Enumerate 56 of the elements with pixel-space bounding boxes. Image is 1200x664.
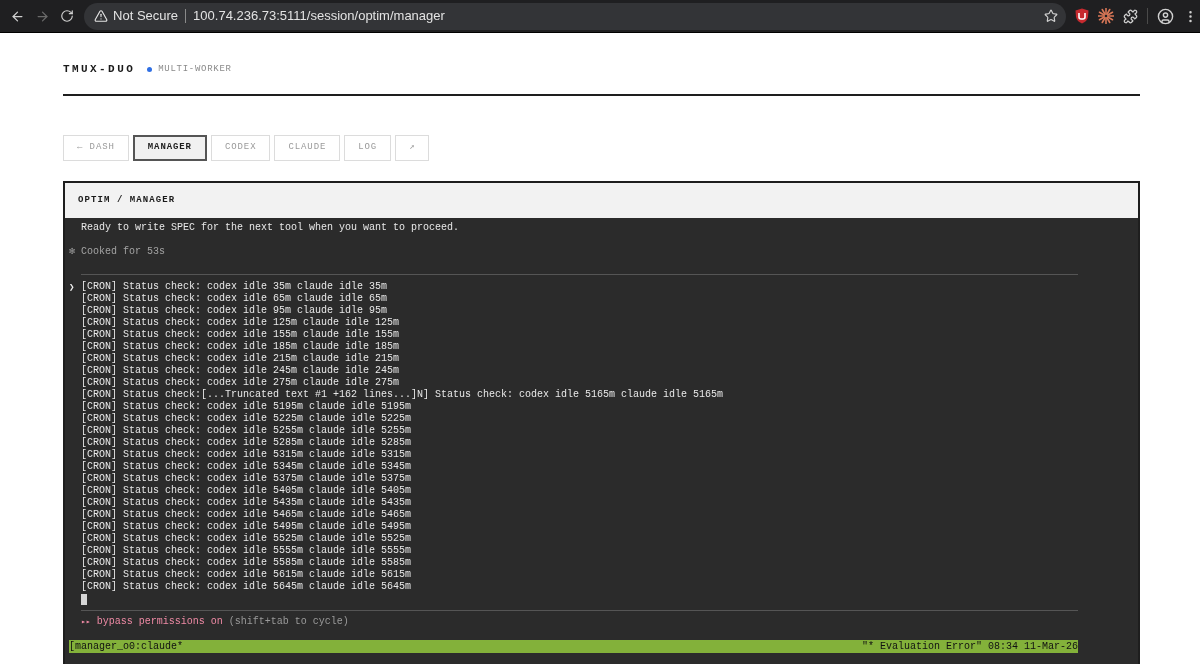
- log-line: [CRON] Status check: codex idle 5375m claude idle 5375m: [81, 473, 412, 485]
- log-line: [CRON] Status check: codex idle 125m claude idle 125m: [81, 317, 400, 329]
- nav-tab[interactable]: LOG: [344, 135, 392, 161]
- log-line: [CRON] Status check: codex idle 5495m claude idle 5495m: [81, 521, 412, 533]
- address-bar[interactable]: Not Secure 100.74.236.73:5111/session/optim/manager: [84, 2, 1066, 30]
- shield-icon: [1075, 8, 1089, 24]
- nav-tab[interactable]: CODEX: [210, 135, 271, 161]
- log-line: [CRON] Status check: codex idle 5225m claude idle 5225m: [81, 413, 412, 425]
- log-line: [CRON] Status check: codex idle 5525m claude idle 5525m: [81, 533, 412, 545]
- log-line: [CRON] Status check: codex idle 35m claude idle 35m: [81, 281, 388, 293]
- app-subtitle: MULTI-WORKER: [158, 63, 232, 76]
- url-text: 100.74.236.73:5111/session/optim/manager: [193, 7, 445, 26]
- star-icon[interactable]: [1044, 9, 1058, 23]
- status-dot-icon: [147, 66, 153, 72]
- app-title: TMUX-DUO: [63, 62, 136, 76]
- log-line: [CRON] Status check: codex idle 275m claude idle 275m: [81, 377, 400, 389]
- log-line: [CRON] Status check: codex idle 5255m claude idle 5255m: [81, 425, 412, 437]
- panel-title: OPTIM / MANAGER: [78, 193, 176, 207]
- mode-label: bypass permissions on: [96, 616, 223, 628]
- arrow-right-icon: [35, 8, 51, 24]
- log-line: [CRON] Status check: codex idle 5555m claude idle 5555m: [81, 545, 412, 557]
- log-line: [CRON] Status check: codex idle 5645m claude idle 5645m: [81, 581, 412, 593]
- log-line: [CRON] Status check: codex idle 215m claude idle 215m: [81, 353, 400, 365]
- assistant-message: Ready to write SPEC for the next tool when you want to proceed.: [81, 222, 461, 234]
- status-info: "* Evaluation Error" 08:34 11-Mar-26: [861, 640, 1078, 653]
- mode-indicator: ▸▸: [81, 616, 91, 628]
- prompt-symbol: ❯: [69, 281, 76, 293]
- log-line: [CRON] Status check: codex idle 5285m claude idle 5285m: [81, 437, 412, 449]
- nav-tab[interactable]: MANAGER: [132, 135, 207, 161]
- log-line: [CRON] Status check: codex idle 155m claude idle 155m: [81, 329, 400, 341]
- starburst-icon: [1098, 8, 1114, 24]
- profile-icon[interactable]: [1157, 7, 1174, 25]
- log-line: [CRON] Status check: codex idle 245m claude idle 245m: [81, 365, 400, 377]
- puzzle-icon[interactable]: [1123, 8, 1138, 24]
- log-line: [CRON] Status check: codex idle 5615m claude idle 5615m: [81, 569, 412, 581]
- nav-tab[interactable]: ← DASH: [63, 135, 129, 161]
- log-line: [CRON] Status check: codex idle 65m claude idle 65m: [81, 293, 388, 305]
- mode-hint: (shift+tab to cycle): [228, 616, 349, 628]
- log-line: [CRON] Status check: codex idle 95m claude idle 95m: [81, 305, 388, 317]
- log-line: [CRON] Status check: codex idle 5435m claude idle 5435m: [81, 497, 412, 509]
- log-line: [CRON] Status check: codex idle 185m claude idle 185m: [81, 341, 400, 353]
- log-line: [CRON] Status check: codex idle 5405m claude idle 5405m: [81, 485, 412, 497]
- text-cursor: [81, 593, 87, 605]
- nav-tab[interactable]: CLAUDE: [274, 135, 341, 161]
- log-line: [CRON] Status check:[...Truncated text #1 +162 lines...]N] Status check: codex idle 5165m claude idle 5165m: [81, 389, 724, 401]
- log-line: [CRON] Status check: codex idle 5465m claude idle 5465m: [81, 509, 412, 521]
- reload-icon: [60, 9, 75, 23]
- timing-note: ✻ Cooked for 53s: [69, 246, 167, 258]
- log-line: [CRON] Status check: codex idle 5345m claude idle 5345m: [81, 461, 412, 473]
- session-name: [manager_o0:claude*: [69, 640, 184, 653]
- warning-icon: [94, 9, 109, 23]
- security-label: Not Secure: [113, 7, 179, 26]
- log-line: [CRON] Status check: codex idle 5585m claude idle 5585m: [81, 557, 412, 569]
- log-line: [CRON] Status check: codex idle 5195m claude idle 5195m: [81, 401, 412, 413]
- nav-tab[interactable]: ↗: [395, 135, 430, 161]
- log-line: [CRON] Status check: codex idle 5315m claude idle 5315m: [81, 449, 412, 461]
